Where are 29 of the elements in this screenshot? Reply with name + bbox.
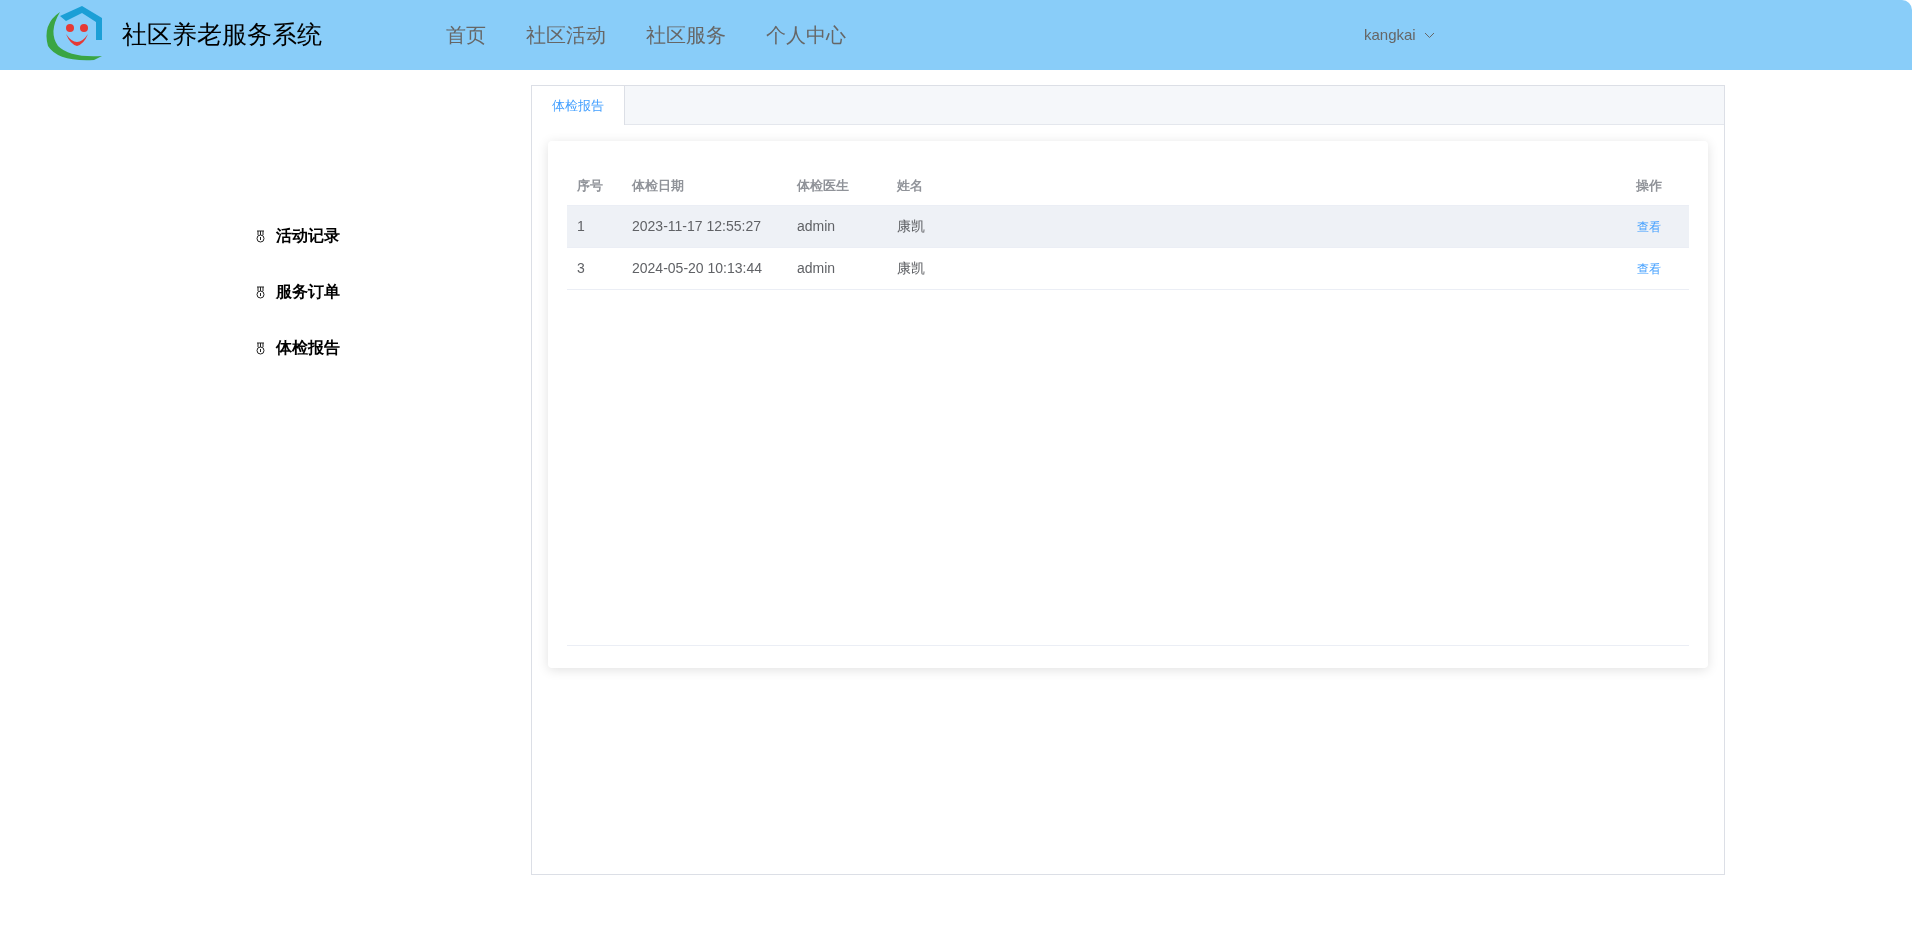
column-header: 姓名 — [897, 178, 923, 194]
app-title: 社区养老服务系统 — [122, 19, 322, 51]
table-cell: 2023-11-17 12:55:27 — [632, 218, 761, 234]
nav-link[interactable]: 首页 — [446, 20, 486, 50]
sidebar-item[interactable]: 活动记录 — [255, 226, 531, 246]
table-cell: 3 — [577, 260, 585, 276]
table-cell: 1 — [577, 218, 585, 234]
medal-icon — [255, 229, 266, 243]
sidebar-item[interactable]: 体检报告 — [255, 338, 531, 358]
medal-icon — [255, 341, 266, 355]
table-cell: 康凯 — [897, 260, 925, 276]
column-header: 体检医生 — [797, 178, 849, 194]
nav-link[interactable]: 个人中心 — [766, 20, 846, 50]
column-header: 操作 — [1636, 178, 1662, 194]
table-cell: admin — [797, 218, 836, 234]
view-link[interactable]: 查看 — [1637, 262, 1661, 276]
column-header: 体检日期 — [632, 178, 684, 194]
caret-icon — [1423, 31, 1435, 39]
table-cell: 康凯 — [897, 218, 925, 234]
column-header: 序号 — [577, 178, 603, 194]
table-cell: admin — [797, 260, 836, 276]
view-link[interactable]: 查看 — [1637, 220, 1661, 234]
medal-icon — [255, 285, 266, 299]
user-menu[interactable]: kangkai — [1364, 23, 1435, 47]
sidebar-item[interactable]: 服务订单 — [255, 282, 531, 302]
tab[interactable]: 体检报告 — [532, 86, 625, 125]
nav-link[interactable]: 社区服务 — [646, 20, 726, 50]
table-cell: 2024-05-20 10:13:44 — [632, 260, 762, 276]
nav-link[interactable]: 社区活动 — [526, 20, 606, 50]
